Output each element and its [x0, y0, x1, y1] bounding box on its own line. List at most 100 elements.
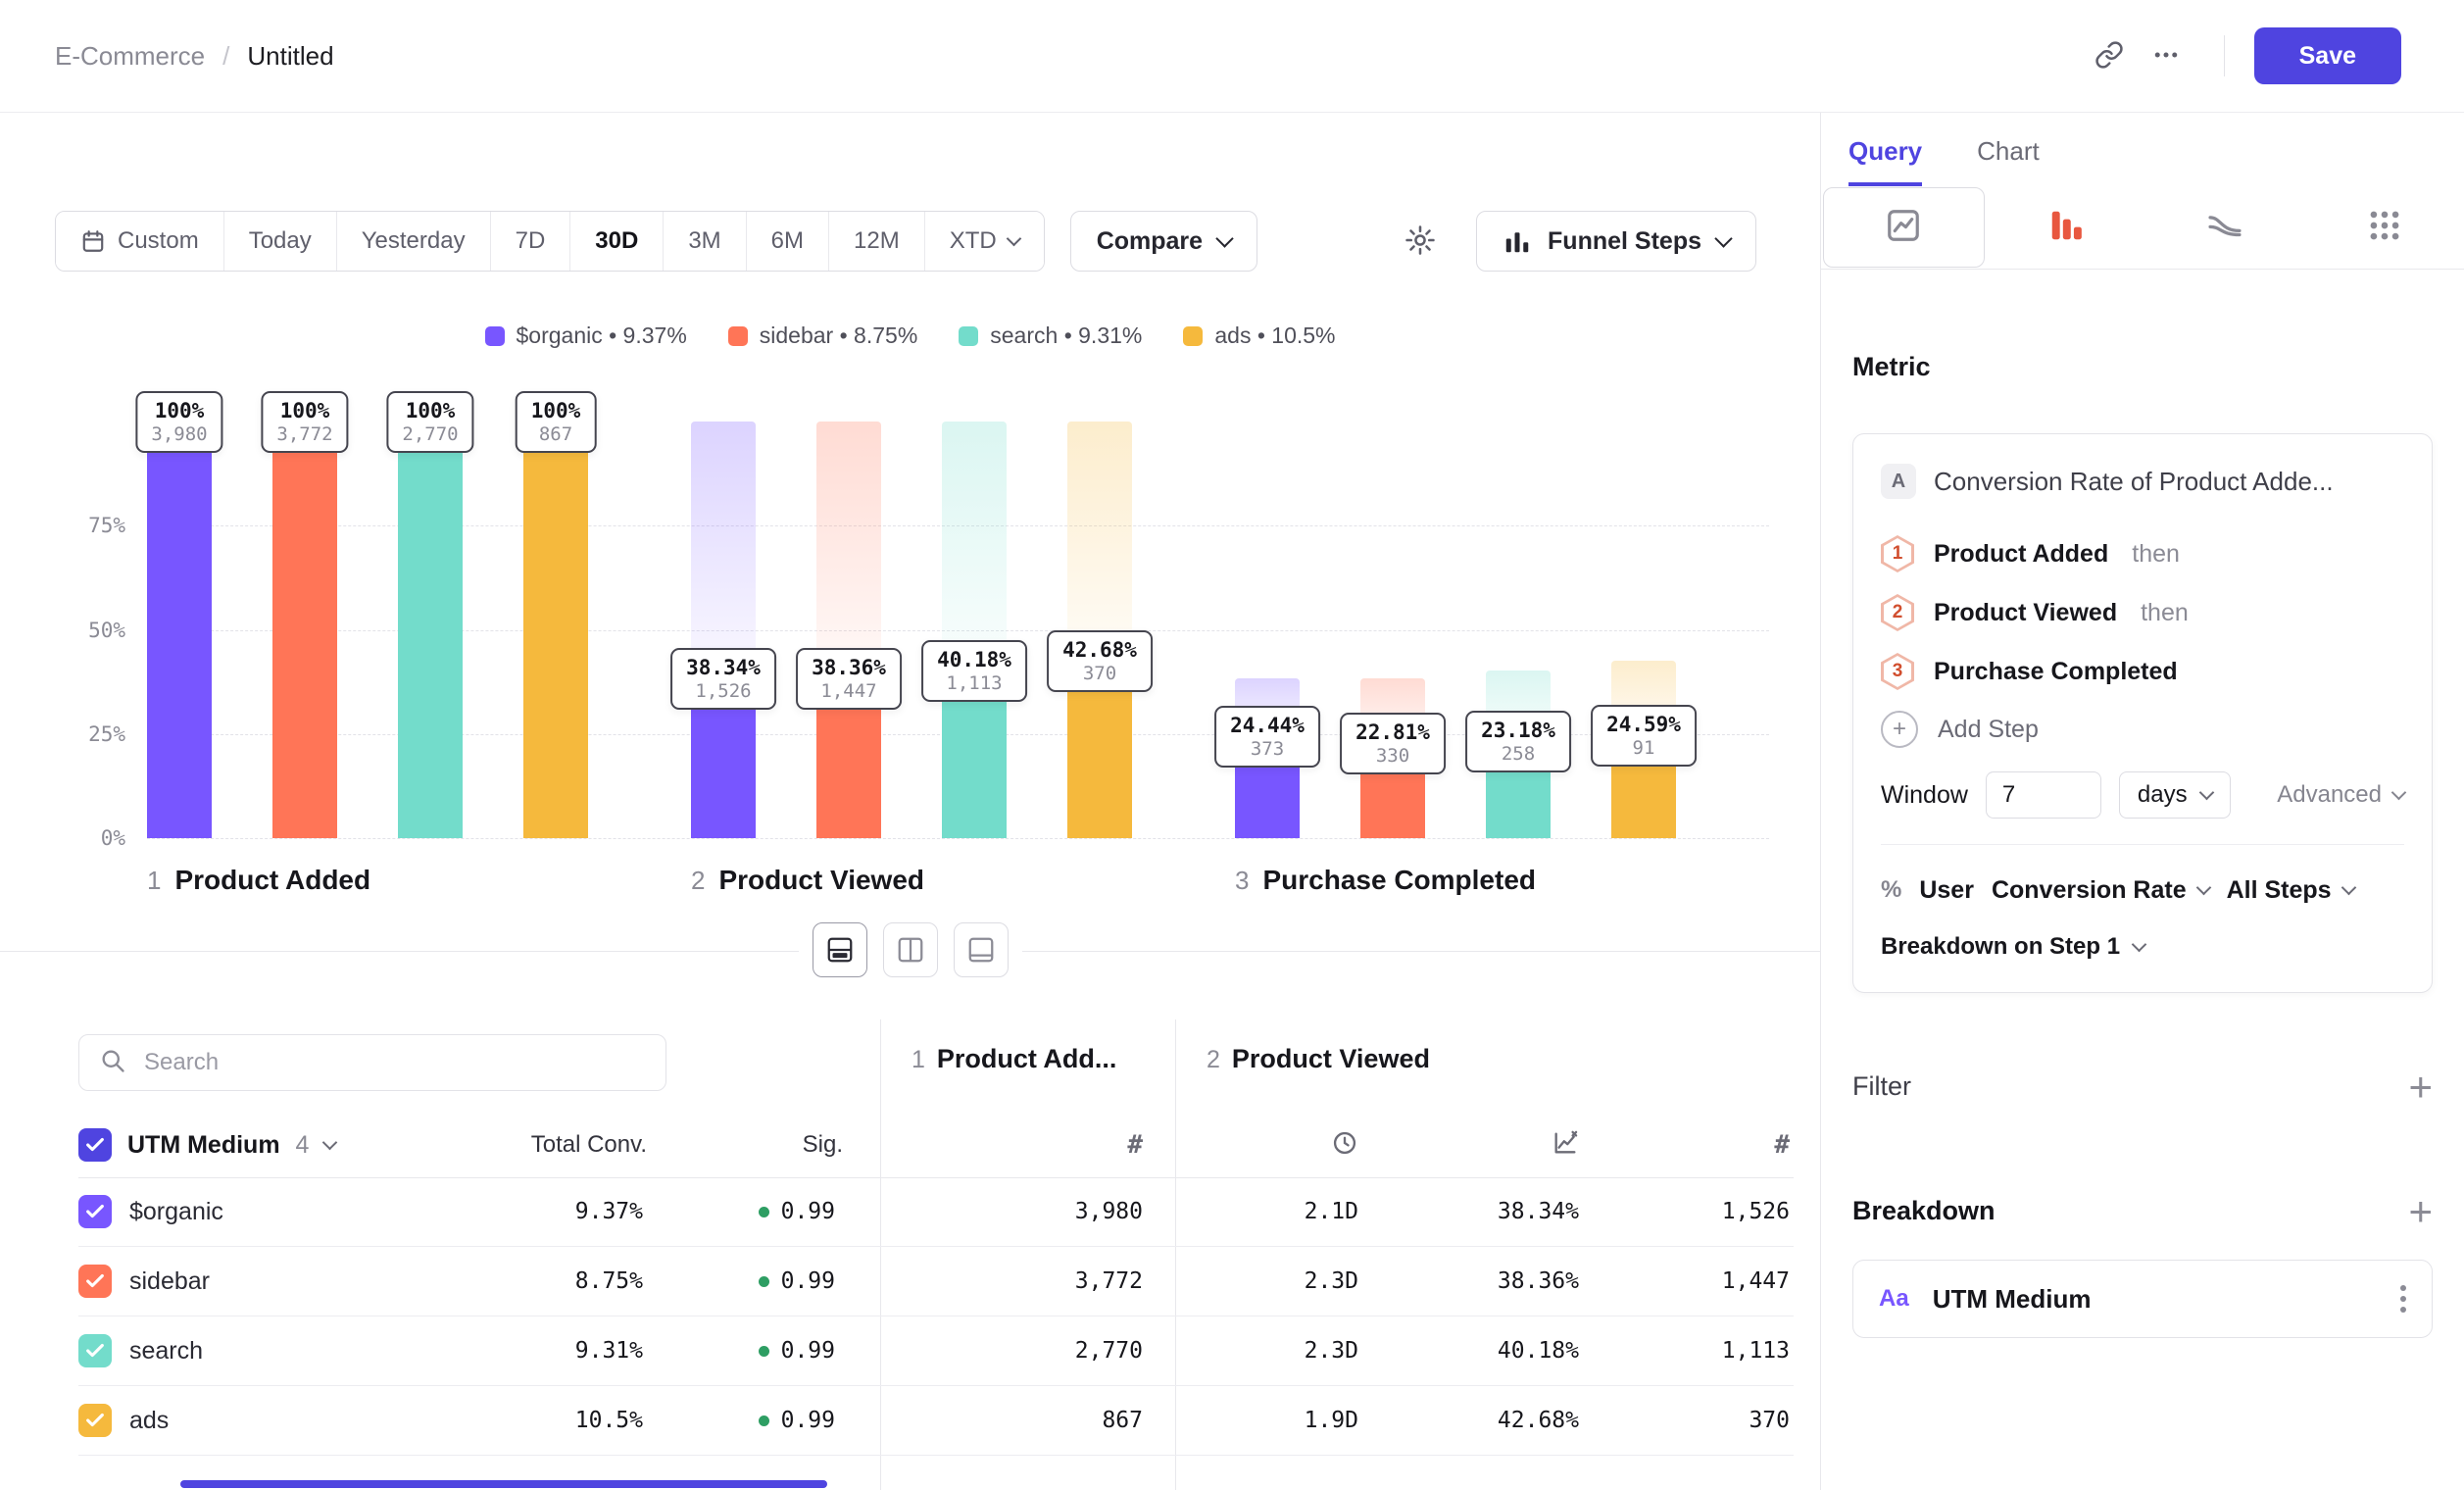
- range-custom-button[interactable]: Custom: [56, 212, 224, 271]
- table-search[interactable]: [78, 1034, 666, 1091]
- share-link-button[interactable]: [2081, 27, 2138, 84]
- table-row-sidebar[interactable]: sidebar8.75%0.993,7722.3D38.36%1,447: [78, 1247, 1794, 1316]
- range-7d-button[interactable]: 7D: [491, 212, 571, 271]
- add-breakdown-button[interactable]: +: [2408, 1197, 2433, 1226]
- funnel-bar-ads-step1[interactable]: [523, 422, 588, 838]
- metric-steps: 1Product Addedthen2Product Viewedthen3Pu…: [1881, 524, 2404, 701]
- hash-icon: #: [1127, 1130, 1143, 1160]
- viz-tab-funnels[interactable]: [1987, 186, 2146, 269]
- bar-percent: 23.18%: [1481, 718, 1555, 743]
- breakdown-on-step-select[interactable]: Breakdown on Step 1: [1881, 927, 2404, 967]
- metric-badge: A: [1881, 464, 1916, 499]
- range-3m-button[interactable]: 3M: [664, 212, 746, 271]
- legend-item-search[interactable]: search • 9.31%: [959, 323, 1142, 349]
- layout-toggle-group: [799, 922, 1022, 977]
- breakdown-column-header[interactable]: UTM Medium: [127, 1131, 280, 1160]
- total-conv-value: 9.37%: [490, 1199, 647, 1224]
- range-xtd-button[interactable]: XTD: [925, 212, 1044, 271]
- steps-scope-select[interactable]: All Steps: [2227, 876, 2354, 905]
- time-to-convert-column-header[interactable]: [1147, 1129, 1362, 1162]
- chart-settings-button[interactable]: [1392, 213, 1449, 270]
- viz-tab-insights[interactable]: [1823, 187, 1985, 268]
- tab-query[interactable]: Query: [1848, 136, 1922, 186]
- measurement-select[interactable]: Conversion Rate: [1992, 876, 2209, 905]
- breadcrumb: E-Commerce / Untitled: [55, 41, 334, 72]
- total-conv-column-header[interactable]: Total Conv.: [490, 1131, 647, 1159]
- y-axis-tick: 0%: [0, 826, 125, 850]
- chart-toolbar: CustomTodayYesterday7D30D3M6M12MXTD Comp…: [55, 211, 1756, 272]
- table-row-organic[interactable]: $organic9.37%0.993,9802.1D38.34%1,526: [78, 1177, 1794, 1247]
- more-options-button[interactable]: [2138, 27, 2194, 84]
- table-row-ads[interactable]: ads10.5%0.998671.9D42.68%370: [78, 1386, 1794, 1456]
- range-yesterday-button[interactable]: Yesterday: [337, 212, 491, 271]
- count-column-header[interactable]: #: [843, 1130, 1147, 1160]
- funnel-bar-search-step1[interactable]: [398, 422, 463, 838]
- legend-item-organic[interactable]: $organic • 9.37%: [485, 323, 687, 349]
- funnel-chart: 75%50%25%0%100%3,980100%3,772100%2,77010…: [0, 422, 1820, 838]
- metric-step-label: Product Viewed: [1934, 599, 2117, 627]
- layout-split-vertical-button[interactable]: [883, 922, 938, 977]
- window-unit-select[interactable]: days: [2119, 771, 2231, 819]
- y-axis-tick: 75%: [0, 514, 125, 537]
- bar-percent: 40.18%: [937, 647, 1011, 672]
- view-type-button[interactable]: Funnel Steps: [1476, 211, 1756, 272]
- sig-column-header[interactable]: Sig.: [647, 1131, 843, 1159]
- metric-step-1[interactable]: 1Product Addedthen: [1881, 524, 2404, 583]
- report-main-panel: CustomTodayYesterday7D30D3M6M12MXTD Comp…: [0, 113, 1820, 1490]
- counting-method-select[interactable]: User: [1919, 876, 1974, 905]
- chevron-down-icon: [2132, 936, 2147, 952]
- row-checkbox[interactable]: [78, 1195, 112, 1228]
- range-today-button[interactable]: Today: [224, 212, 337, 271]
- breadcrumb-page-title[interactable]: Untitled: [247, 41, 333, 72]
- range-30d-button[interactable]: 30D: [570, 212, 664, 271]
- dots-grid-icon: [2366, 207, 2403, 249]
- horizontal-scrollbar-thumb[interactable]: [180, 1480, 827, 1488]
- add-step-button[interactable]: + Add Step: [1881, 701, 2404, 758]
- sig-value: 0.99: [647, 1268, 843, 1294]
- row-checkbox[interactable]: [78, 1404, 112, 1437]
- conversion-rate-column-header[interactable]: [1362, 1129, 1583, 1162]
- chevron-down-icon: [2198, 784, 2214, 800]
- layout-chart-only-button[interactable]: [954, 922, 1009, 977]
- legend-item-ads[interactable]: ads • 10.5%: [1183, 323, 1335, 349]
- search-input[interactable]: [142, 1048, 646, 1077]
- window-value-input[interactable]: [1986, 771, 2101, 819]
- select-all-checkbox[interactable]: [78, 1128, 112, 1162]
- calendar-icon: [80, 228, 106, 254]
- bar-percent: 22.81%: [1355, 720, 1430, 745]
- tab-chart[interactable]: Chart: [1977, 136, 2040, 186]
- metric-title-row[interactable]: A Conversion Rate of Product Adde...: [1881, 460, 2404, 503]
- count-column-header[interactable]: #: [1583, 1130, 1794, 1160]
- row-checkbox[interactable]: [78, 1265, 112, 1298]
- bar-value-label: 24.59%91: [1591, 705, 1697, 767]
- range-12m-button[interactable]: 12M: [829, 212, 925, 271]
- viz-tab-flows[interactable]: [2145, 186, 2305, 269]
- table-row-search[interactable]: search9.31%0.992,7702.3D40.18%1,113: [78, 1316, 1794, 1386]
- save-button[interactable]: Save: [2254, 27, 2401, 84]
- table-group-header-step1[interactable]: 1Product Add...: [912, 1044, 1116, 1074]
- breadcrumb-project[interactable]: E-Commerce: [55, 41, 205, 72]
- funnel-bar-remainder: [816, 422, 881, 678]
- filter-section: Filter +: [1821, 1071, 2464, 1102]
- add-filter-button[interactable]: +: [2408, 1072, 2433, 1102]
- funnel-bar-sidebar-step1[interactable]: [272, 422, 337, 838]
- table-group-header-step2[interactable]: 2Product Viewed: [1207, 1044, 1430, 1074]
- row-checkbox[interactable]: [78, 1334, 112, 1367]
- funnel-bar-organic-step1[interactable]: [147, 422, 212, 838]
- bar-value-label: 38.36%1,447: [796, 648, 902, 710]
- metric-step-2[interactable]: 2Product Viewedthen: [1881, 583, 2404, 642]
- layout-split-horizontal-button[interactable]: [813, 922, 867, 977]
- step-name: Purchase Completed: [1262, 865, 1536, 895]
- advanced-toggle[interactable]: Advanced: [2277, 781, 2404, 809]
- pv-count-value: 1,113: [1583, 1338, 1794, 1364]
- compare-button[interactable]: Compare: [1070, 211, 1257, 272]
- legend-item-sidebar[interactable]: sidebar • 8.75%: [728, 323, 917, 349]
- metric-step-3[interactable]: 3Purchase Completed: [1881, 642, 2404, 701]
- hash-icon: #: [1774, 1130, 1790, 1160]
- row-name-cell: $organic: [78, 1195, 490, 1228]
- viz-tab-retention[interactable]: [2305, 186, 2464, 269]
- kebab-menu-icon[interactable]: [2400, 1285, 2406, 1313]
- breakdown-item[interactable]: Aa UTM Medium: [1852, 1260, 2433, 1338]
- range-6m-button[interactable]: 6M: [747, 212, 829, 271]
- bar-count: 370: [1062, 663, 1137, 685]
